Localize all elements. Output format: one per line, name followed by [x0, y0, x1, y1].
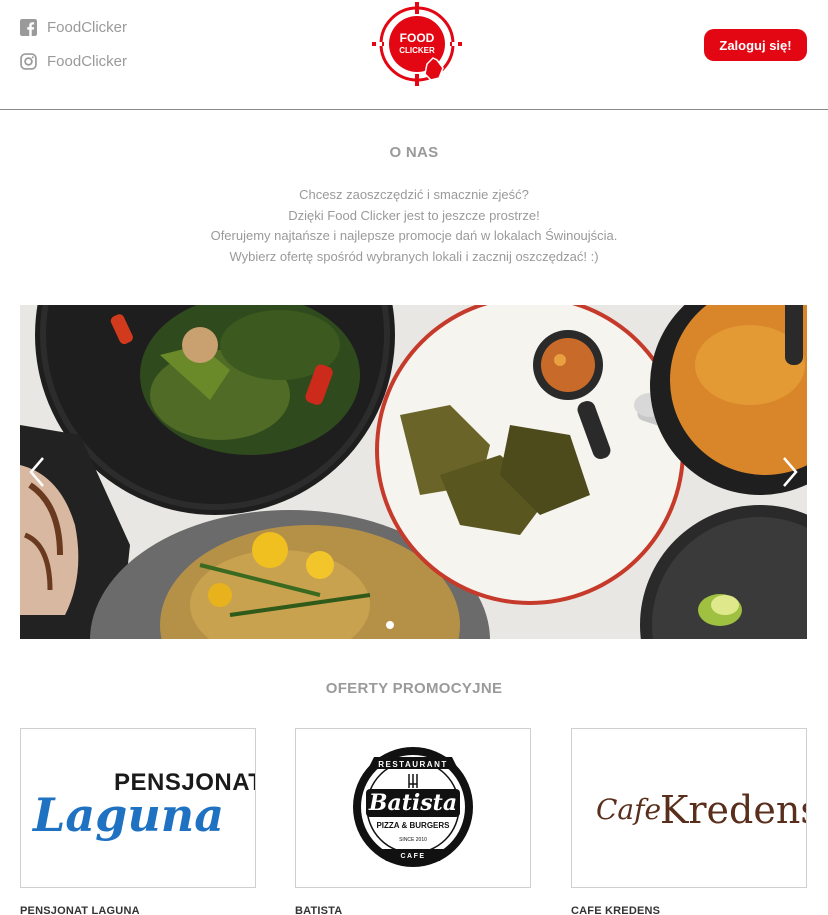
svg-text:CLICKER: CLICKER — [399, 46, 435, 55]
offer-name[interactable]: PENSJONAT LAGUNA — [20, 905, 140, 915]
offer-name[interactable]: BATISTA — [295, 905, 342, 915]
instagram-label: FoodClicker — [47, 53, 128, 70]
site-header: FoodClicker FoodClicker FOOD CLICKER Zal… — [0, 0, 828, 110]
pensjonat-laguna-logo: PENSJONAT Laguna — [31, 769, 263, 842]
svg-text:Cafe: Cafe — [596, 793, 661, 826]
chevron-right-icon[interactable] — [778, 455, 802, 489]
offer-card-cafe-kredens[interactable]: Cafe Kredens — [571, 728, 820, 888]
instagram-icon — [20, 53, 37, 70]
svg-text:FOOD: FOOD — [400, 31, 435, 45]
batista-logo: RESTAURANT Batista PIZZA & BURGERS SINCE… — [353, 747, 473, 867]
about-line: Wybierz ofertę spośród wybranych lokali … — [229, 248, 599, 264]
svg-text:SINCE 2010: SINCE 2010 — [399, 837, 427, 843]
facebook-icon — [20, 19, 37, 36]
instagram-link[interactable]: FoodClicker — [20, 53, 127, 70]
about-title: O NAS — [389, 144, 439, 161]
svg-text:PIZZA & BURGERS: PIZZA & BURGERS — [376, 821, 450, 830]
cafe-kredens-logo: Cafe Kredens — [596, 788, 820, 832]
about-line: Dzięki Food Clicker jest to jeszcze pros… — [288, 207, 540, 223]
food-clicker-logo[interactable]: FOOD CLICKER — [372, 2, 462, 92]
offer-card-batista[interactable]: RESTAURANT Batista PIZZA & BURGERS SINCE… — [295, 728, 531, 888]
food-carousel[interactable] — [20, 305, 807, 639]
offers-title: OFERTY PROMOCYJNE — [325, 680, 503, 697]
svg-text:Batista: Batista — [368, 790, 457, 816]
svg-text:Laguna: Laguna — [31, 788, 224, 842]
facebook-link[interactable]: FoodClicker — [20, 19, 127, 36]
offer-card-pensjonat-laguna[interactable]: PENSJONAT Laguna — [20, 728, 263, 888]
carousel-indicator-dot[interactable] — [386, 621, 394, 629]
food-photo — [20, 305, 807, 639]
offer-name[interactable]: CAFE KREDENS — [571, 905, 660, 915]
svg-text:RESTAURANT: RESTAURANT — [378, 760, 448, 769]
about-text: Chcesz zaoszczędzić i smacznie zjeść? Dz… — [0, 185, 828, 267]
login-button[interactable]: Zaloguj się! — [704, 29, 807, 61]
facebook-label: FoodClicker — [47, 19, 128, 36]
svg-text:CAFE: CAFE — [400, 853, 425, 860]
about-line: Oferujemy najtańsze i najlepsze promocje… — [210, 228, 618, 243]
about-line: Chcesz zaoszczędzić i smacznie zjeść? — [299, 187, 529, 202]
svg-text:Kredens: Kredens — [660, 788, 806, 832]
chevron-left-icon[interactable] — [25, 455, 49, 489]
